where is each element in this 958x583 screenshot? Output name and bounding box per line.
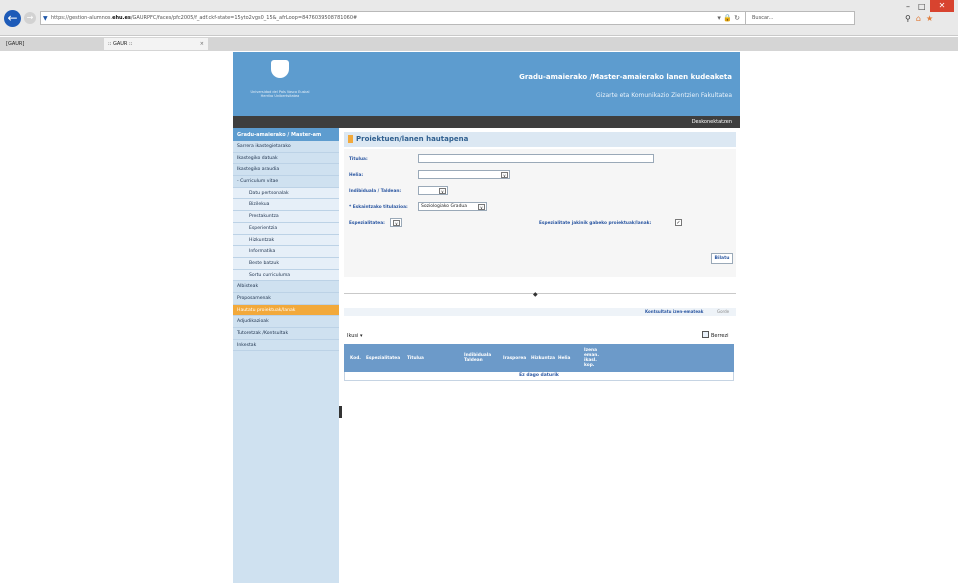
close-tab-icon[interactable]: ×: [200, 38, 204, 50]
table-header: Kod. Espezialitatea Titulua Indibiduala Tal…: [344, 344, 734, 372]
goal-select[interactable]: ∨: [418, 170, 510, 179]
chevron-down-icon: ∨: [478, 204, 485, 210]
sidebar-item[interactable]: Sortu curriculuma: [233, 269, 339, 282]
app-title: Gradu-amaierako /Master-amaierako lanen …: [519, 73, 732, 81]
forward-button[interactable]: →: [24, 12, 36, 24]
sidebar-item[interactable]: Ikastegiko datuak: [233, 153, 339, 165]
sidebar-item[interactable]: Datu pertsonalak: [233, 187, 339, 200]
save-button[interactable]: Gorde: [717, 309, 729, 314]
reset-button[interactable]: Berrezi: [702, 331, 729, 339]
minimize-icon[interactable]: –: [906, 2, 910, 11]
title-input[interactable]: [418, 154, 654, 163]
back-button[interactable]: ←: [4, 10, 21, 27]
sidebar-item[interactable]: Adjudikazioak: [233, 316, 339, 328]
empty-message: Ez dago daturik: [344, 372, 734, 381]
individual-group-select[interactable]: ∨: [418, 186, 448, 195]
search-form: Titulua: Helia: ∨ Indibiduala / Taldean:…: [344, 149, 736, 277]
addressbar-icons: ▾ 🔒 ↻: [717, 14, 740, 22]
sidebar-item[interactable]: Informatika: [233, 246, 339, 258]
sidebar-item[interactable]: Bizilekua: [233, 199, 339, 212]
column-header[interactable]: Hizkuntza: [531, 344, 557, 372]
column-header[interactable]: Helia: [558, 344, 582, 372]
sidebar-item[interactable]: Tutoretzak /Kontsultak: [233, 328, 339, 340]
search-icon[interactable]: ⚲: [905, 14, 911, 23]
page: Universidad del País Vasco Euskal Herrik…: [233, 52, 740, 583]
sidebar-item[interactable]: Hizkuntzak: [233, 234, 339, 247]
sidebar-item[interactable]: Albisteak: [233, 281, 339, 293]
favorites-star-icon[interactable]: ★: [926, 14, 933, 23]
lock-icon[interactable]: 🔒: [723, 14, 732, 22]
sidebar-item[interactable]: Beste batzuk: [233, 257, 339, 270]
collapse-arrow-icon[interactable]: ◆: [533, 291, 538, 298]
content-header: Proiektuen/lanen hautapena: [344, 132, 736, 147]
chevron-down-icon: ∨: [439, 188, 446, 194]
maximize-icon[interactable]: □: [918, 2, 926, 11]
browser-tab-active[interactable]: :: GAUR :: ×: [104, 38, 208, 50]
degree-label: * Eskaintzako titulazioa:: [349, 205, 408, 210]
top-bar: Deskonektatzen: [233, 116, 740, 128]
home-icon[interactable]: ⌂: [916, 14, 921, 23]
caret-down-icon: ▾: [359, 333, 363, 339]
reset-icon: [702, 331, 709, 338]
title-label: Titulua:: [349, 157, 368, 162]
view-menu[interactable]: Ikusi ▾: [347, 333, 363, 339]
column-header[interactable]: Indibiduala Taldean: [464, 344, 502, 372]
app-header: Universidad del País Vasco Euskal Herrik…: [233, 52, 740, 116]
sidebar-item[interactable]: Hautatu proiektuak/lanak: [233, 304, 339, 317]
logout-link[interactable]: Deskonektatzen: [692, 119, 732, 125]
specialty-label: Espezialitatea:: [349, 221, 385, 226]
goal-label: Helia:: [349, 173, 364, 178]
document-icon: [348, 135, 353, 143]
panel-splitter: ◆: [344, 291, 736, 300]
search-button[interactable]: Bilatu: [711, 253, 733, 264]
column-header[interactable]: Irasporea: [503, 344, 530, 372]
browser-tab[interactable]: [GAUR]: [2, 38, 102, 50]
logo-mark-icon: [271, 60, 289, 78]
url-text: https://gestion-alumnos.ehu.es/GAURPFC/f…: [51, 15, 358, 21]
sidebar-item[interactable]: Proposamenak: [233, 293, 339, 305]
sidebar-item[interactable]: Inkestak: [233, 340, 339, 352]
column-header[interactable]: Titulua: [407, 344, 462, 372]
page-title: Proiektuen/lanen hautapena: [356, 135, 469, 143]
browser-tools: ⚲ ⌂ ★: [905, 14, 938, 23]
column-header[interactable]: Kod.: [350, 344, 364, 372]
address-bar[interactable]: ▼ https://gestion-alumnos.ehu.es/GAURPFC…: [40, 11, 747, 25]
browser-tabbar: [GAUR] :: GAUR :: ×: [0, 37, 958, 51]
faculty-name: Gizarte eta Komunikazio Zientzien Fakult…: [596, 92, 732, 99]
sidebar-item[interactable]: Ikastegiko araudia: [233, 164, 339, 177]
column-header[interactable]: Izena eman. ikasl. kop.: [584, 344, 608, 372]
browser-search-input[interactable]: Buscar...: [745, 11, 855, 25]
control-row: Kontsultatu izen-emateak Gorde: [344, 308, 736, 316]
no-specialty-label: Espezialitate jakinik gabeko proiektuak/…: [539, 221, 652, 226]
university-logo: Universidad del País Vasco Euskal Herrik…: [249, 60, 311, 106]
browser-titlebar: ← → ▼ https://gestion-alumnos.ehu.es/GAU…: [0, 0, 958, 36]
table-toolbar: Ikusi ▾ Berrezi: [344, 330, 736, 342]
sidebar-heading: Gradu-amaierako / Master-am: [233, 128, 339, 141]
specialty-select[interactable]: ∨: [390, 218, 402, 227]
sidebar-item[interactable]: - Curriculum vitae: [233, 176, 339, 188]
refresh-icon[interactable]: ↻: [734, 14, 740, 22]
column-header[interactable]: Espezialitatea: [366, 344, 406, 372]
search-dropdown-icon[interactable]: ▾: [717, 14, 721, 22]
results-table: Kod. Espezialitatea Titulua Indibiduala Tal…: [344, 344, 734, 381]
no-specialty-checkbox[interactable]: ✓: [675, 219, 682, 226]
site-favicon-icon: ▼: [43, 15, 48, 22]
close-window-icon[interactable]: ✕: [930, 0, 954, 12]
chevron-down-icon: ∨: [393, 220, 400, 226]
degree-select[interactable]: Soziologiako Gradua ∨: [418, 202, 487, 211]
sidebar-item[interactable]: Prestakuntza: [233, 211, 339, 223]
main-content: Proiektuen/lanen hautapena Titulua: Heli…: [340, 130, 740, 583]
view-registrations-button[interactable]: Kontsultatu izen-emateak: [645, 309, 703, 314]
individual-group-label: Indibiduala / Taldean:: [349, 189, 402, 194]
sidebar-item[interactable]: Sarrera ikastegietarako: [233, 141, 339, 153]
sidebar-nav: Gradu-amaierako / Master-am Sarrera ikas…: [233, 128, 339, 583]
chevron-down-icon: ∨: [501, 172, 508, 178]
sidebar-item[interactable]: Esperientzia: [233, 222, 339, 235]
